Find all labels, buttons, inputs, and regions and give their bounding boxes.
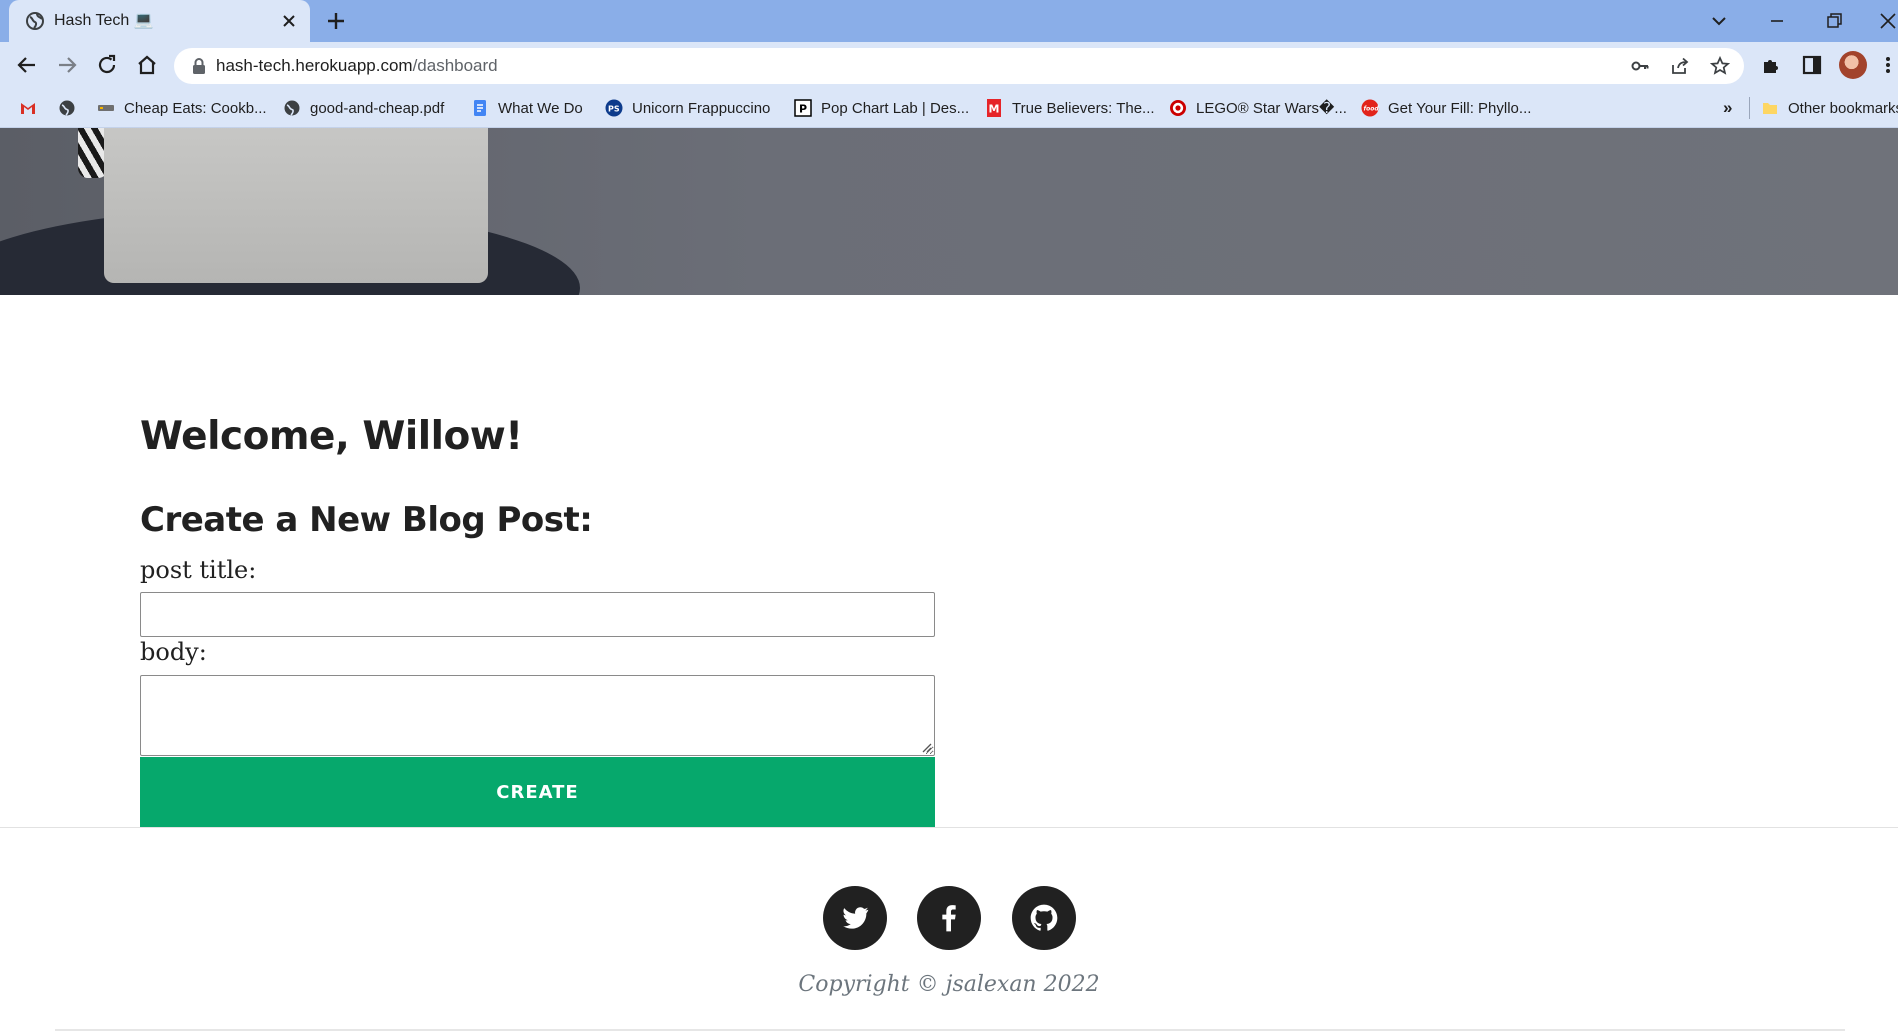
svg-text:food: food	[1364, 106, 1380, 113]
bookmarks-bar: Cheap Eats: Cookb... good-and-cheap.pdf …	[0, 88, 1898, 128]
bookmark-label: Cheap Eats: Cookb...	[124, 99, 267, 117]
globe-icon	[284, 100, 300, 116]
welcome-heading: Welcome, Willow!	[140, 414, 523, 459]
create-post-heading: Create a New Blog Post:	[140, 500, 593, 540]
body-label: body:	[140, 638, 207, 666]
bookmark-label: What We Do	[498, 99, 583, 117]
globe-icon	[59, 100, 75, 116]
key-icon[interactable]	[1630, 56, 1650, 76]
post-body-textarea[interactable]	[140, 675, 935, 756]
tab-strip: Hash Tech 💻	[0, 0, 1898, 42]
bookmark-label: Unicorn Frappuccino	[632, 99, 771, 117]
create-post-button[interactable]: CREATE	[140, 757, 935, 827]
home-icon[interactable]	[135, 53, 159, 77]
gmail-icon	[21, 103, 35, 114]
back-icon[interactable]	[15, 53, 39, 77]
bookmark-label: good-and-cheap.pdf	[310, 99, 445, 117]
bookmark-unicorn-frappuccino[interactable]: PS Unicorn Frappuccino	[605, 88, 770, 128]
url-path: /dashboard	[412, 56, 498, 75]
svg-text:P: P	[799, 103, 807, 116]
facebook-link[interactable]	[917, 886, 981, 950]
bookmark-pop-chart-lab[interactable]: P Pop Chart Lab | Des...	[794, 88, 969, 128]
lock-icon[interactable]	[190, 57, 208, 75]
other-bookmarks-folder[interactable]: Other bookmarks	[1761, 88, 1898, 128]
bookmarks-separator	[1749, 88, 1750, 128]
post-title-input[interactable]	[140, 592, 935, 637]
hero-shape-laptop	[104, 128, 488, 283]
svg-text:M: M	[989, 103, 1000, 116]
docs-icon	[474, 100, 486, 116]
github-icon	[1030, 904, 1058, 931]
bookmark-good-and-cheap[interactable]: good-and-cheap.pdf	[283, 88, 444, 128]
github-link[interactable]	[1012, 886, 1076, 950]
browser-window: Hash Tech 💻 hash-tech.herokuapp.com/dash…	[0, 0, 1898, 1031]
reload-icon[interactable]	[95, 53, 119, 77]
extensions-icon[interactable]	[1760, 53, 1784, 77]
bookmark-star-icon[interactable]	[1710, 56, 1730, 76]
footer-divider	[0, 827, 1898, 828]
bookmark-cheap-eats[interactable]: Cheap Eats: Cookb...	[97, 88, 267, 128]
close-tab-icon[interactable]	[279, 11, 299, 31]
bookmark-label: Get Your Fill: Phyllo...	[1388, 99, 1532, 117]
post-title-label: post title:	[140, 556, 257, 584]
menu-icon[interactable]	[1882, 53, 1894, 77]
marvel-icon: M	[987, 99, 1001, 117]
ps-icon: PS	[605, 99, 623, 117]
twitter-icon	[843, 907, 869, 929]
svg-text:PS: PS	[608, 105, 620, 114]
bookmark-label: LEGO® Star Wars�...	[1196, 100, 1347, 117]
globe-icon	[26, 12, 44, 30]
address-bar[interactable]: hash-tech.herokuapp.com/dashboard	[174, 48, 1744, 84]
tab-hash-tech[interactable]: Hash Tech 💻	[9, 0, 310, 42]
minimize-icon[interactable]	[1765, 9, 1789, 33]
tab-search-icon[interactable]	[1707, 9, 1731, 33]
facebook-icon	[942, 905, 956, 932]
copyright-text: Copyright © jsalexan 2022	[798, 972, 1100, 997]
target-icon	[1170, 100, 1186, 116]
popchart-icon: P	[794, 99, 812, 117]
bookmark-lego-star-wars[interactable]: LEGO® Star Wars�...	[1169, 88, 1347, 128]
new-tab-icon[interactable]	[325, 10, 347, 32]
resize-grip-icon[interactable]	[920, 741, 932, 753]
more-bookmarks-button[interactable]: »	[1723, 88, 1732, 128]
twitter-link[interactable]	[823, 886, 887, 950]
share-icon[interactable]	[1670, 56, 1690, 76]
tab-title: Hash Tech 💻	[54, 12, 154, 29]
bookmark-get-your-fill[interactable]: food Get Your Fill: Phyllo...	[1361, 88, 1531, 128]
url-host: hash-tech.herokuapp.com	[216, 56, 413, 75]
bookmark-label: Other bookmarks	[1788, 99, 1898, 117]
forward-icon[interactable]	[55, 53, 79, 77]
profile-avatar[interactable]	[1839, 51, 1867, 79]
bookmark-label: Pop Chart Lab | Des...	[821, 99, 970, 117]
url-text[interactable]: hash-tech.herokuapp.com/dashboard	[216, 56, 498, 76]
folder-icon	[1763, 103, 1777, 114]
bookmark-what-we-do[interactable]: What We Do	[471, 88, 583, 128]
restore-icon[interactable]	[1822, 9, 1846, 33]
bookmark-gmail[interactable]	[19, 88, 46, 128]
site-icon	[98, 105, 114, 111]
close-window-icon[interactable]	[1876, 9, 1898, 33]
bookmark-true-believers[interactable]: M True Believers: The...	[985, 88, 1155, 128]
food-icon: food	[1361, 99, 1379, 117]
bookmark-label: True Believers: The...	[1012, 99, 1155, 117]
hero-banner-image	[0, 128, 1898, 295]
browser-toolbar: hash-tech.herokuapp.com/dashboard	[0, 42, 1898, 88]
bookmark-globe[interactable]	[58, 88, 85, 128]
side-panel-icon[interactable]	[1800, 53, 1824, 77]
